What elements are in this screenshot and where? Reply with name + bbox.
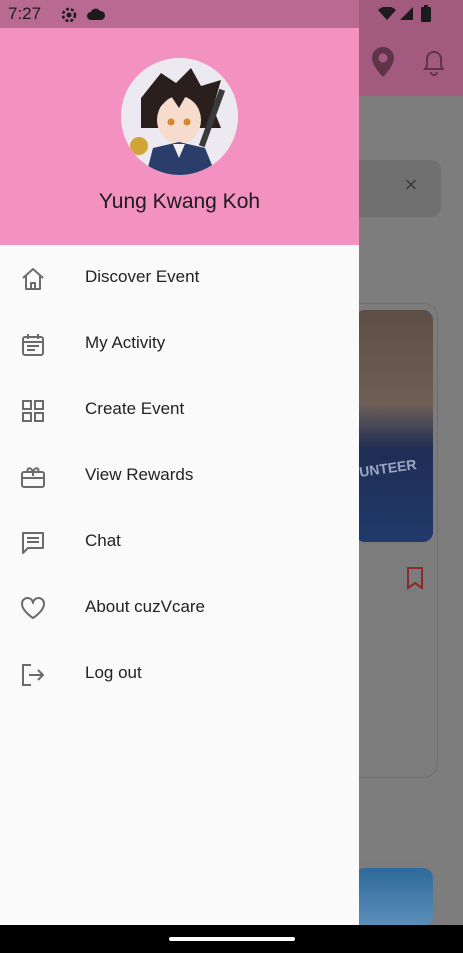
heart-icon [21, 597, 45, 619]
home-gesture-handle[interactable] [169, 937, 295, 941]
cellular-signal-icon [400, 7, 413, 20]
user-name: Yung Kwang Koh [98, 190, 261, 213]
menu-item-view-rewards[interactable]: View Rewards [0, 446, 359, 506]
home-icon [22, 268, 44, 290]
menu-item-label: Discover Event [85, 267, 200, 286]
menu-item-label: Chat [85, 531, 121, 550]
wifi-icon [378, 7, 396, 20]
menu-item-log-out[interactable]: Log out [0, 644, 359, 704]
event-card-image [355, 868, 433, 926]
menu-item-about[interactable]: About cuzVcare [0, 578, 359, 638]
profile-avatar[interactable] [121, 58, 238, 175]
status-time: 7:27 [8, 4, 42, 23]
cloud-icon [87, 8, 106, 20]
avatar-image [121, 58, 238, 175]
event-card-image-text: UNTEER [358, 456, 418, 480]
menu-item-discover-event[interactable]: Discover Event [0, 248, 359, 308]
bookmark-icon[interactable] [405, 566, 425, 590]
search-field[interactable] [345, 160, 441, 217]
menu-item-label: About cuzVcare [85, 597, 206, 616]
logout-icon [22, 664, 44, 686]
menu-item-label: My Activity [85, 333, 166, 352]
close-icon[interactable]: × [400, 174, 422, 196]
notification-bell-icon[interactable] [423, 50, 445, 76]
battery-icon [421, 5, 431, 22]
status-bar-drawer-section [0, 0, 359, 28]
location-pin-icon[interactable] [370, 46, 396, 78]
menu-item-label: Create Event [85, 399, 185, 418]
menu-item-label: View Rewards [85, 465, 194, 484]
event-card-image: UNTEER [355, 310, 433, 542]
grid-icon [22, 400, 44, 422]
settings-gear-icon [61, 7, 77, 23]
menu-item-label: Log out [85, 663, 142, 682]
menu-item-chat[interactable]: Chat [0, 512, 359, 572]
menu-item-my-activity[interactable]: My Activity [0, 314, 359, 374]
chat-icon [22, 532, 44, 554]
calendar-icon [22, 334, 44, 356]
menu-item-create-event[interactable]: Create Event [0, 380, 359, 440]
gift-card-icon [21, 467, 45, 488]
